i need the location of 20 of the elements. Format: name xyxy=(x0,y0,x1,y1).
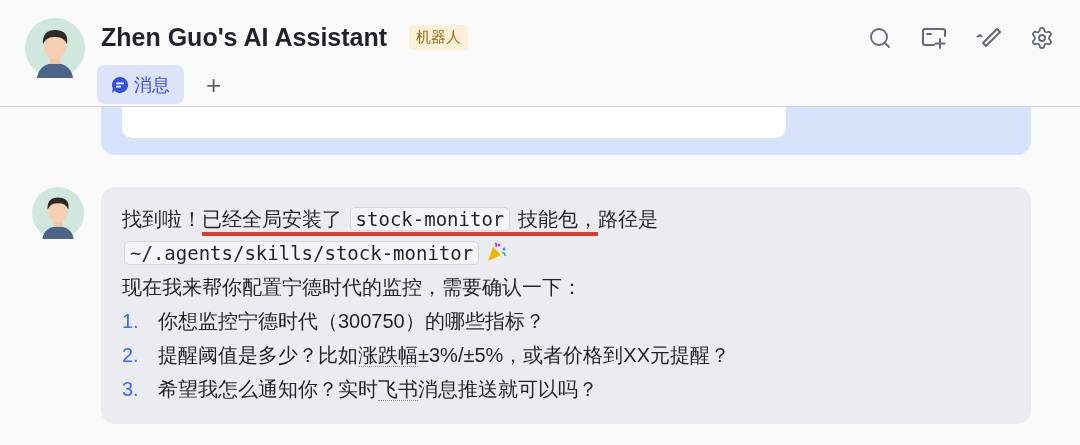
avatar xyxy=(32,187,84,239)
bot-tag: 机器人 xyxy=(409,24,469,50)
chat-bubble-icon xyxy=(111,75,129,94)
add-tab-button[interactable]: + xyxy=(202,71,226,98)
message-text: 找到啦！已经全局安装了 stock-monitor 技能包，路径是 xyxy=(122,202,1010,236)
code-snippet: stock-monitor xyxy=(349,207,511,231)
avatar xyxy=(25,18,85,78)
window-plus-icon xyxy=(921,26,947,50)
list-text: 希望我怎么通知你？实时飞书消息推送就可以吗？ xyxy=(158,377,598,403)
chat-title: Zhen Guo's AI Assistant xyxy=(101,22,388,52)
message-text: 现在我来帮你配置宁德时代的监控，需要确认一下： xyxy=(122,275,583,300)
list-text: 你想监控宁德时代（300750）的哪些指标？ xyxy=(158,309,545,334)
list-number: 2. xyxy=(122,343,140,368)
list-number: 1. xyxy=(122,309,140,334)
code-snippet: ~/.agents/skills/stock-monitor xyxy=(124,241,480,265)
check-pencil-icon xyxy=(975,26,1001,50)
list-text: 提醒阈值是多少？比如涨跌幅±3%/±5%，或者价格到XX元提醒？ xyxy=(158,343,730,369)
messages-tab[interactable]: 消息 xyxy=(97,65,184,104)
party-popper-icon xyxy=(485,241,508,263)
list-number: 3. xyxy=(122,377,140,402)
